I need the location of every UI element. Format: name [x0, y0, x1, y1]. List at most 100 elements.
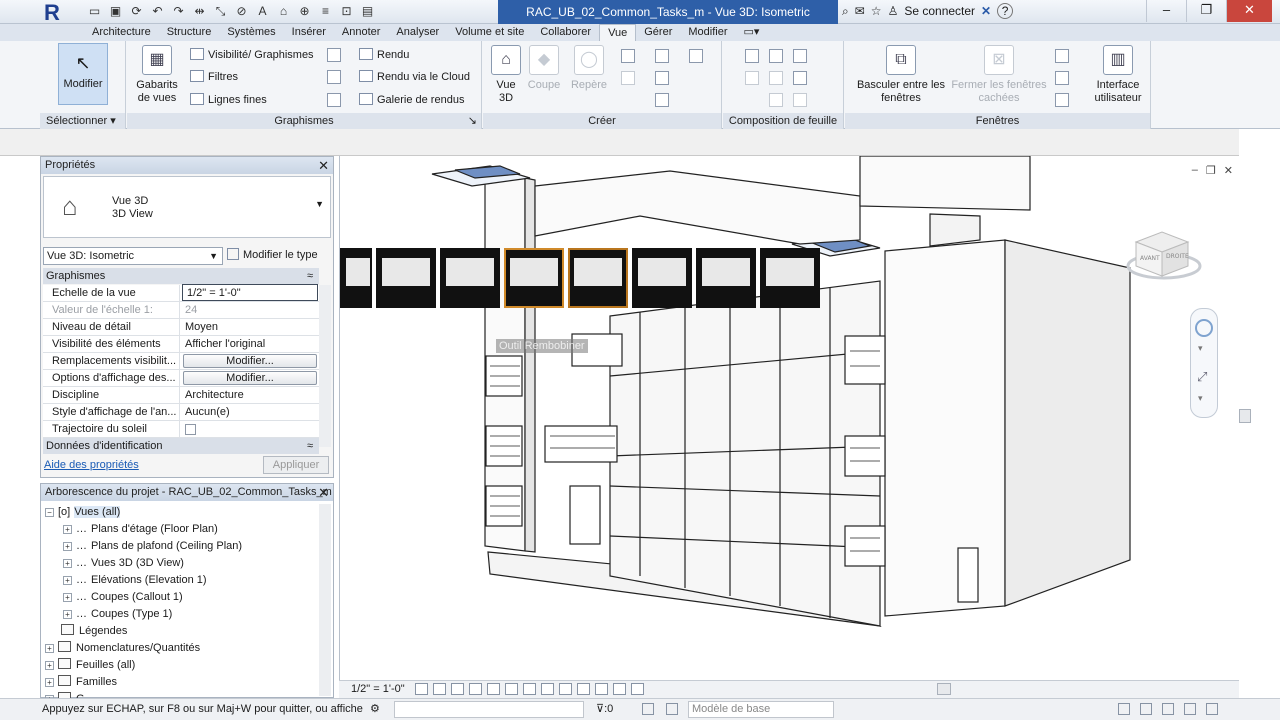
- ribbon-minimize-toggle[interactable]: ▭▾: [735, 24, 767, 41]
- display-options-edit-button[interactable]: Modifier...: [183, 371, 317, 385]
- apply-button[interactable]: Appliquer: [263, 456, 329, 474]
- app-menu-logo[interactable]: R: [44, 1, 70, 25]
- rewind-thumbnail[interactable]: [760, 248, 820, 308]
- expand-icon[interactable]: +: [45, 661, 54, 670]
- view-scale-input[interactable]: 1/2" = 1'-0": [182, 284, 318, 301]
- expand-icon[interactable]: +: [63, 610, 72, 619]
- instance-filter-select[interactable]: Vue 3D: Isometric ▼: [43, 247, 223, 265]
- group-identity[interactable]: Données d'identification ≈: [43, 438, 319, 454]
- close-hidden-windows-button[interactable]: ⊠ Fermer les fenêtres cachées: [949, 45, 1049, 105]
- guide-grid-icon[interactable]: [769, 71, 783, 85]
- tree-item-sheets[interactable]: + Feuilles (all): [45, 657, 135, 674]
- drag-elements-icon[interactable]: [1206, 703, 1218, 715]
- properties-help-link[interactable]: Aide des propriétés: [44, 459, 139, 471]
- legends-icon[interactable]: [655, 93, 669, 107]
- select-by-face-icon[interactable]: [1184, 703, 1196, 715]
- section-button[interactable]: ◆ Coupe: [525, 45, 563, 92]
- tab-systems[interactable]: Systèmes: [219, 24, 283, 41]
- sync-icon[interactable]: ⟳: [128, 3, 145, 20]
- tag-icon[interactable]: ⊘: [233, 3, 250, 20]
- prop-value[interactable]: Moyen: [181, 319, 317, 335]
- steering-wheel-icon[interactable]: [1195, 319, 1213, 337]
- design-options-icon[interactable]: [642, 703, 654, 715]
- duplicate-view-icon[interactable]: [655, 71, 669, 85]
- sun-path-icon[interactable]: [451, 683, 464, 695]
- view-scale-control[interactable]: 1/2" = 1'-0": [351, 681, 405, 698]
- tab-analyze[interactable]: Analyser: [388, 24, 447, 41]
- restore-button[interactable]: ❐: [1186, 0, 1226, 22]
- viewcube-right-label[interactable]: DROITE: [1166, 253, 1189, 260]
- prop-value[interactable]: Architecture: [181, 387, 317, 403]
- revisions-icon[interactable]: [793, 49, 807, 63]
- user-interface-button[interactable]: ▥ Interface utilisateur: [1089, 45, 1147, 105]
- rewind-thumbnail[interactable]: [440, 248, 500, 308]
- tree-item-ceiling-plans[interactable]: + … Plans de plafond (Ceiling Plan): [63, 538, 242, 555]
- schedules-icon[interactable]: [689, 49, 703, 63]
- temp-hide-icon[interactable]: [559, 683, 572, 695]
- title-block-icon[interactable]: [769, 49, 783, 63]
- chevron-down-icon[interactable]: ▼: [315, 199, 324, 209]
- tree-item-views[interactable]: − [o] Vues (all): [45, 504, 121, 521]
- type-selector[interactable]: ⌂ Vue 3D 3D View ▼: [43, 176, 331, 238]
- tab-massing[interactable]: Volume et site: [447, 24, 532, 41]
- tab-modify[interactable]: Modifier: [680, 24, 735, 41]
- signin-button[interactable]: Se connecter: [904, 4, 975, 18]
- star-icon[interactable]: ☆: [871, 4, 882, 18]
- dialog-launcher-icon[interactable]: ↘: [468, 113, 477, 129]
- text-icon[interactable]: A: [254, 3, 271, 20]
- tree-item-elevations[interactable]: + … Elévations (Elevation 1): [63, 572, 207, 589]
- rewind-thumbnail[interactable]: [568, 248, 628, 308]
- select-links-icon[interactable]: [1118, 703, 1130, 715]
- modify-button[interactable]: ↖ Modifier: [58, 43, 108, 105]
- minimize-view-icon[interactable]: –: [1192, 164, 1198, 177]
- rewind-thumbnail[interactable]: [696, 248, 756, 308]
- edit-type-button[interactable]: Modifier le type: [227, 246, 318, 264]
- elevation-icon[interactable]: [621, 71, 635, 85]
- binoculars-icon[interactable]: ⌕: [842, 4, 849, 19]
- redo-icon[interactable]: ↷: [170, 3, 187, 20]
- browser-scrollbar[interactable]: [319, 504, 331, 696]
- tab-architecture[interactable]: Architecture: [84, 24, 159, 41]
- section-icon[interactable]: ⊕: [296, 3, 313, 20]
- filter-icon[interactable]: ⊽: [596, 703, 604, 715]
- expand-icon[interactable]: +: [63, 576, 72, 585]
- switch-windows-icon[interactable]: ▤: [359, 3, 376, 20]
- drafting-view-icon[interactable]: [655, 49, 669, 63]
- thin-lines-icon[interactable]: ≡: [317, 3, 334, 20]
- restore-view-icon[interactable]: ❐: [1206, 164, 1216, 177]
- show-crop-icon[interactable]: [523, 683, 536, 695]
- properties-scrollbar[interactable]: [319, 285, 331, 447]
- close-icon[interactable]: ✕: [318, 157, 329, 174]
- render-button[interactable]: Rendu: [359, 46, 409, 64]
- close-view-icon[interactable]: ✕: [1224, 164, 1233, 177]
- close-button[interactable]: ✕: [1226, 0, 1272, 22]
- cascade-icon[interactable]: [1055, 71, 1069, 85]
- tab-manage[interactable]: Gérer: [636, 24, 680, 41]
- viewcube[interactable]: AVANT DROITE: [1126, 220, 1202, 282]
- editing-requests-icon[interactable]: [666, 703, 678, 715]
- tree-item-callouts[interactable]: + … Coupes (Callout 1): [63, 589, 183, 606]
- sun-path-checkbox[interactable]: [185, 424, 196, 435]
- tab-annotate[interactable]: Annoter: [334, 24, 389, 41]
- expand-icon[interactable]: +: [45, 644, 54, 653]
- render-dialog-icon[interactable]: [487, 683, 500, 695]
- viewcube-front-label[interactable]: AVANT: [1140, 255, 1160, 262]
- undo-icon[interactable]: ↶: [149, 3, 166, 20]
- tab-view[interactable]: Vue: [599, 24, 637, 41]
- chevron-down-icon[interactable]: ▾: [1198, 393, 1203, 404]
- subscription-icon[interactable]: ✉: [855, 4, 865, 18]
- save-icon[interactable]: ▣: [107, 3, 124, 20]
- cut-profile-icon[interactable]: [327, 93, 341, 107]
- open-icon[interactable]: ▭: [86, 3, 103, 20]
- chevron-down-icon[interactable]: ▾: [1198, 343, 1203, 354]
- reveal-hidden-icon[interactable]: [577, 683, 590, 695]
- tree-item-legends[interactable]: Légendes: [61, 623, 127, 640]
- replicate-icon[interactable]: [1055, 49, 1069, 63]
- show-hidden-icon[interactable]: [327, 48, 341, 62]
- expand-icon[interactable]: +: [63, 525, 72, 534]
- expand-icon[interactable]: +: [45, 678, 54, 687]
- tree-item-3d-views[interactable]: + … Vues 3D (3D View): [63, 555, 184, 572]
- shadows-icon[interactable]: [469, 683, 482, 695]
- rewind-thumbnail[interactable]: [632, 248, 692, 308]
- view-templates-button[interactable]: ▦ Gabarits de vues: [133, 45, 181, 105]
